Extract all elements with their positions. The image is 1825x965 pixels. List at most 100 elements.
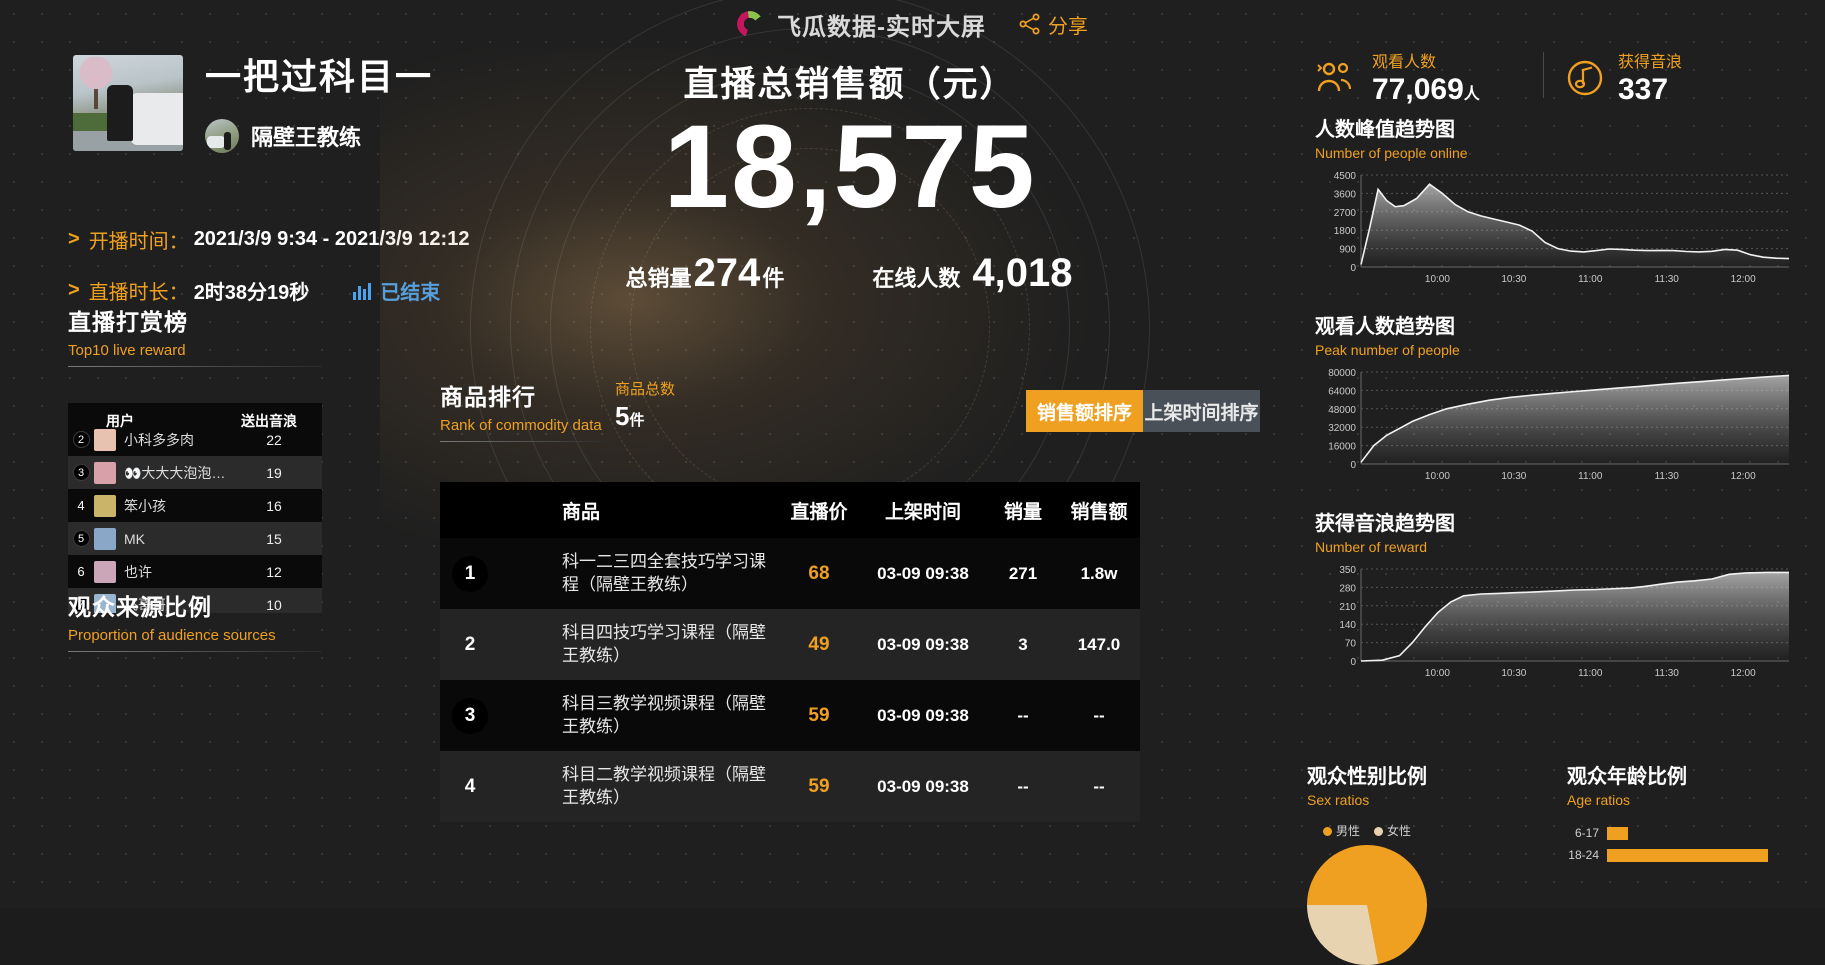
reward-username: 笨小孩	[124, 497, 166, 514]
chart1-title: 人数峰值趋势图	[1315, 119, 1455, 141]
age-label: 6-17	[1574, 826, 1599, 840]
reward-row[interactable]: 6 也许 12	[68, 555, 322, 588]
rank-cell: 1	[440, 555, 500, 592]
svg-text:350: 350	[1339, 565, 1356, 576]
sales-substats: 总销量 274 件 在线人数 4,018	[440, 251, 1260, 296]
svg-text:64000: 64000	[1328, 386, 1356, 397]
duration-value: 2时38分19秒	[193, 282, 310, 304]
svg-text:11:30: 11:30	[1655, 274, 1680, 285]
chart-peak-people: 观看人数趋势图 Peak number of people 0 16000 3200…	[1315, 310, 1795, 486]
start-time-row: > 开播时间： 2021/3/9 9:34 - 2021/3/9 12:12	[68, 225, 469, 254]
legend-male: 男性	[1322, 822, 1360, 839]
total-qty-label: 总销量	[625, 266, 692, 291]
product-listing-time: 03-09 09:38	[877, 563, 969, 583]
svg-text:16000: 16000	[1328, 442, 1356, 453]
reward-board-table[interactable]: 用户 送出音浪 2 小科多多肉 22 3 👀大大大泡泡糖 📌 19 4 笨小孩 16 5 MK 15 6…	[68, 403, 322, 613]
reward-value: 337	[1618, 73, 1669, 106]
svg-text:10:30: 10:30	[1501, 471, 1526, 482]
reward-value: 22	[266, 431, 282, 448]
product-rank: 1	[452, 555, 488, 592]
author-name: 隔壁王教练	[251, 125, 362, 150]
reward-rank: 6	[77, 564, 85, 579]
svg-text:32000: 32000	[1328, 423, 1356, 434]
chart-reward-trend: 获得音浪趋势图 Number of reward 0 70 140 210 280 350…	[1315, 507, 1795, 683]
svg-text:12:00: 12:00	[1731, 471, 1756, 482]
table-row[interactable]: 4 科目二教学视频课程（隔壁王教练） 59 03-09 09:38 -- --	[440, 751, 1140, 822]
author-row: 隔壁王教练	[205, 119, 433, 153]
age-ratio-subtitle: Age ratios	[1567, 792, 1631, 808]
divider	[68, 366, 322, 367]
chart2-plot: 0 16000 32000 48000 64000 80000 10:00 10:30 11:0…	[1315, 366, 1795, 486]
age-label: 18-24	[1568, 848, 1599, 862]
product-price: 59	[808, 775, 830, 797]
reward-board-title: 直播打赏榜	[68, 309, 188, 335]
reward-stat: 获得音浪 337	[1565, 48, 1682, 107]
svg-text:0: 0	[1350, 460, 1356, 471]
reward-label: 获得音浪	[1618, 54, 1683, 71]
svg-text:10:00: 10:00	[1425, 274, 1450, 285]
online-label: 在线人数	[872, 266, 961, 291]
reward-row[interactable]: 3 👀大大大泡泡糖 📌 19	[68, 456, 322, 489]
rank-subtitle: Rank of commodity data	[440, 417, 602, 434]
rank-sort-tabs[interactable]: 销售额排序 上架时间排序	[1026, 390, 1260, 432]
svg-text:140: 140	[1339, 620, 1356, 631]
duration-row: > 直播时长： 2时38分19秒 已结束	[68, 276, 440, 305]
share-button[interactable]: 分享	[1018, 10, 1088, 39]
reward-value: 15	[266, 530, 282, 547]
reward-row[interactable]: 5 MK 15	[68, 522, 322, 555]
reward-username: 也许	[124, 563, 152, 580]
svg-text:12:00: 12:00	[1731, 274, 1756, 285]
product-amount: 1.8w	[1080, 563, 1118, 583]
product-listing-time: 03-09 09:38	[877, 776, 969, 796]
svg-text:80000: 80000	[1328, 368, 1356, 379]
tab-sort-by-time[interactable]: 上架时间排序	[1143, 390, 1260, 432]
svg-text:210: 210	[1339, 602, 1356, 613]
product-quantity: --	[1017, 776, 1029, 796]
brand-title: 飞瓜数据-实时大屏	[777, 13, 986, 41]
svg-text:11:00: 11:00	[1578, 471, 1603, 482]
status-badge: 已结束	[353, 276, 440, 305]
svg-text:2700: 2700	[1334, 208, 1357, 219]
table-row[interactable]: 1 科一二三四全套技巧学习课程（隔壁王教练） 68 03-09 09:38 271 1.8…	[440, 538, 1140, 609]
svg-text:11:00: 11:00	[1578, 668, 1603, 679]
reward-rank: 2	[68, 431, 94, 449]
product-rank-table: 商品 直播价 上架时间 销量 销售额 1 科一二三四全套技巧学习课程（隔壁王教练）…	[440, 482, 1140, 822]
product-rank: 4	[464, 775, 476, 797]
reward-board-subtitle: Top10 live reward	[68, 342, 186, 359]
audience-sources-subtitle: Proportion of audience sources	[68, 627, 276, 644]
share-label: 分享	[1048, 15, 1088, 38]
col-quantity: 销量	[1003, 501, 1042, 523]
svg-text:4500: 4500	[1334, 171, 1357, 182]
legend-female: 女性	[1374, 822, 1411, 839]
chart-people-online: 人数峰值趋势图 Number of people online 0 900 1800…	[1315, 113, 1795, 289]
reward-row[interactable]: 4 笨小孩 16	[68, 489, 322, 522]
table-row[interactable]: 3 科目三教学视频课程（隔壁王教练） 59 03-09 09:38 -- --	[440, 680, 1140, 751]
chart2-subtitle: Peak number of people	[1315, 342, 1460, 358]
reward-avatar	[94, 461, 116, 484]
left-column: 一把过科目一 隔壁王教练 > 开播时间： 2021/3/9 9:34 - 202…	[0, 48, 469, 908]
age-bar-row: 18-24	[1567, 844, 1769, 866]
sex-ratio-pie	[1307, 845, 1427, 965]
product-amount: 147.0	[1077, 634, 1121, 654]
age-bar-row: 6-17	[1567, 822, 1768, 844]
table-row[interactable]: 2 科目四技巧学习课程（隔壁王教练） 49 03-09 09:38 3 147.0	[440, 609, 1140, 680]
col-product: 商品	[562, 501, 601, 523]
tab-sort-by-sales[interactable]: 销售额排序	[1026, 390, 1143, 432]
share-nodes-icon	[1019, 13, 1040, 35]
reward-username: 👀大大大泡泡糖 📌	[124, 464, 226, 481]
svg-text:70: 70	[1345, 639, 1357, 650]
product-quantity: 271	[1008, 563, 1038, 583]
audience-sources-header: 观众来源比例 Proportion of audience sources	[68, 588, 322, 652]
product-listing-time: 03-09 09:38	[877, 705, 969, 725]
reward-avatar	[94, 494, 116, 517]
product-listing-time: 03-09 09:38	[877, 634, 969, 654]
center-column: 直播总销售额（元） 18,575 总销量 274 件 在线人数 4,018 商品…	[380, 0, 1260, 908]
reward-rank: 5	[68, 530, 94, 548]
reward-rank: 4	[77, 498, 85, 513]
reward-username: 小科多多肉	[124, 431, 194, 448]
col-listing-time: 上架时间	[884, 501, 961, 523]
age-ratio-bars: 6-17 18-24	[1567, 822, 1769, 866]
commodity-total-unit: 件	[629, 412, 645, 429]
chart1-plot: 0 900 1800 2700 3600 4500 10:00 10:30 11:00 11:30…	[1315, 169, 1795, 289]
divider	[68, 651, 322, 652]
